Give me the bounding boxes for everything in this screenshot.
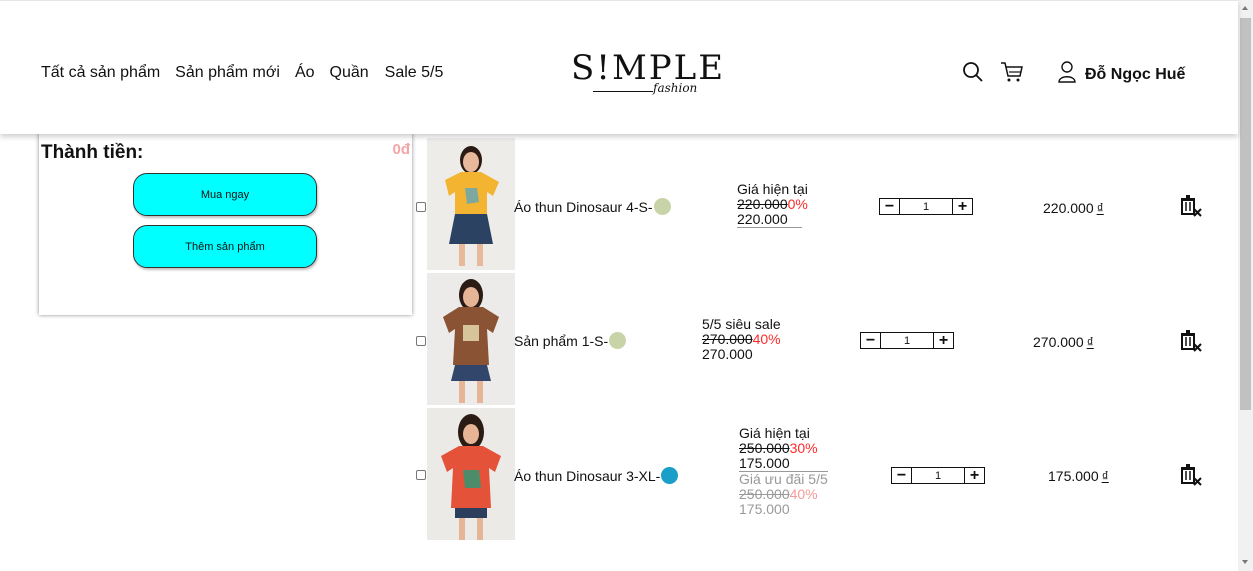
quantity-stepper: − 1 +: [879, 198, 973, 215]
cart-icon[interactable]: [999, 59, 1025, 90]
item-checkbox[interactable]: [416, 336, 426, 346]
increase-quantity-button[interactable]: +: [964, 467, 984, 483]
color-swatch: [609, 332, 627, 349]
product-image[interactable]: [427, 408, 515, 540]
discount-percent: 0%: [787, 196, 808, 212]
quantity-value[interactable]: 1: [912, 468, 964, 483]
decrease-quantity-button[interactable]: −: [880, 198, 900, 214]
product-name[interactable]: Áo thun Dinosaur 3-XL-: [514, 467, 679, 484]
currency-symbol: ₫: [1086, 334, 1094, 350]
nav-new-products[interactable]: Sản phẩm mới: [175, 64, 280, 82]
delete-item-icon[interactable]: [1178, 328, 1202, 352]
product-image[interactable]: [427, 138, 515, 270]
increase-quantity-button[interactable]: +: [933, 332, 953, 348]
price-block: Giá hiện tại 250.00030% 175.000 Giá ưu đ…: [739, 426, 828, 517]
order-summary-card: Thành tiền: 0đ Mua ngay Thêm sản phẩm: [39, 132, 412, 315]
price-label: Giá hiện tại: [739, 425, 810, 441]
line-total-value: 175.000: [1048, 468, 1099, 484]
product-image[interactable]: [427, 273, 515, 405]
site-header: Tất cả sản phẩm Sản phẩm mới Áo Quần Sal…: [0, 0, 1238, 134]
logo-wordmark: S!MPLE: [571, 48, 726, 88]
product-name-text: Áo thun Dinosaur 3-XL-: [514, 467, 661, 484]
scroll-down-arrow-icon[interactable]: [1242, 560, 1248, 564]
site-logo[interactable]: S!MPLE fashion: [571, 48, 726, 101]
old-price: 220.000: [737, 196, 788, 212]
old-price: 250.000: [739, 440, 790, 456]
product-name-text: Sản phẩm 1-S-: [514, 332, 609, 349]
decrease-quantity-button[interactable]: −: [892, 467, 912, 483]
promo-new-price: 175.000: [739, 501, 790, 517]
current-price: 270.000: [702, 346, 753, 362]
promo-discount-percent: 40%: [789, 486, 818, 502]
price-label: Giá hiện tại: [737, 181, 808, 197]
logo-subtitle: fashion: [653, 81, 698, 95]
currency-symbol: ₫: [1101, 468, 1109, 484]
logo-underline: [593, 91, 653, 92]
delete-item-icon[interactable]: [1178, 462, 1202, 486]
quantity-value[interactable]: 1: [900, 199, 952, 214]
old-price: 270.000: [702, 331, 753, 347]
line-total-value: 220.000: [1043, 200, 1094, 216]
product-name[interactable]: Sản phẩm 1-S-: [514, 332, 627, 349]
add-product-button[interactable]: Thêm sản phẩm: [133, 225, 317, 268]
item-checkbox[interactable]: [416, 470, 426, 480]
line-total: 270.000 ₫: [1033, 334, 1094, 350]
line-total: 220.000 ₫: [1043, 200, 1104, 216]
increase-quantity-button[interactable]: +: [952, 198, 972, 214]
scrollbar-thumb[interactable]: [1240, 18, 1251, 410]
quantity-stepper: − 1 +: [860, 332, 954, 349]
price-block: 5/5 siêu sale 270.00040% 270.000: [702, 317, 781, 362]
user-icon[interactable]: [1057, 60, 1077, 89]
nav-shirts[interactable]: Áo: [295, 64, 315, 82]
discount-percent: 40%: [752, 331, 781, 347]
promo-old-price: 250.000: [739, 486, 790, 502]
line-total-value: 270.000: [1033, 334, 1084, 350]
product-name-text: Áo thun Dinosaur 4-S-: [514, 198, 653, 215]
color-swatch: [653, 198, 671, 215]
promo-label: Giá ưu đãi 5/5: [739, 471, 828, 487]
nav-pants[interactable]: Quần: [330, 64, 369, 82]
color-swatch: [661, 467, 679, 484]
quantity-value[interactable]: 1: [881, 333, 933, 348]
price-label: 5/5 siêu sale: [702, 316, 781, 332]
line-total: 175.000 ₫: [1048, 468, 1109, 484]
delete-item-icon[interactable]: [1178, 193, 1202, 217]
current-price: 175.000: [739, 456, 828, 472]
current-price: 220.000: [737, 212, 802, 228]
promo-price-block: Giá ưu đãi 5/5 250.00040% 175.000: [739, 472, 828, 517]
page-scrollbar[interactable]: [1238, 0, 1253, 571]
nav-all-products[interactable]: Tất cả sản phẩm: [41, 64, 160, 82]
price-block: Giá hiện tại 220.0000% 220.000: [737, 182, 808, 228]
product-name[interactable]: Áo thun Dinosaur 4-S-: [514, 198, 671, 215]
search-icon[interactable]: [961, 60, 985, 89]
summary-title: Thành tiền:: [41, 142, 144, 163]
summary-total: 0đ: [392, 141, 410, 158]
decrease-quantity-button[interactable]: −: [861, 332, 881, 348]
discount-percent: 30%: [789, 440, 818, 456]
buy-now-button[interactable]: Mua ngay: [133, 173, 317, 216]
main-nav: Tất cả sản phẩm Sản phẩm mới Áo Quần Sal…: [41, 64, 458, 82]
quantity-stepper: − 1 +: [891, 467, 985, 484]
currency-symbol: ₫: [1096, 200, 1104, 216]
nav-sale[interactable]: Sale 5/5: [385, 64, 444, 82]
item-checkbox[interactable]: [416, 202, 426, 212]
header-actions: Đỗ Ngọc Huế: [961, 59, 1185, 90]
scroll-up-arrow-icon[interactable]: [1242, 6, 1248, 10]
user-name[interactable]: Đỗ Ngọc Huế: [1085, 66, 1185, 84]
